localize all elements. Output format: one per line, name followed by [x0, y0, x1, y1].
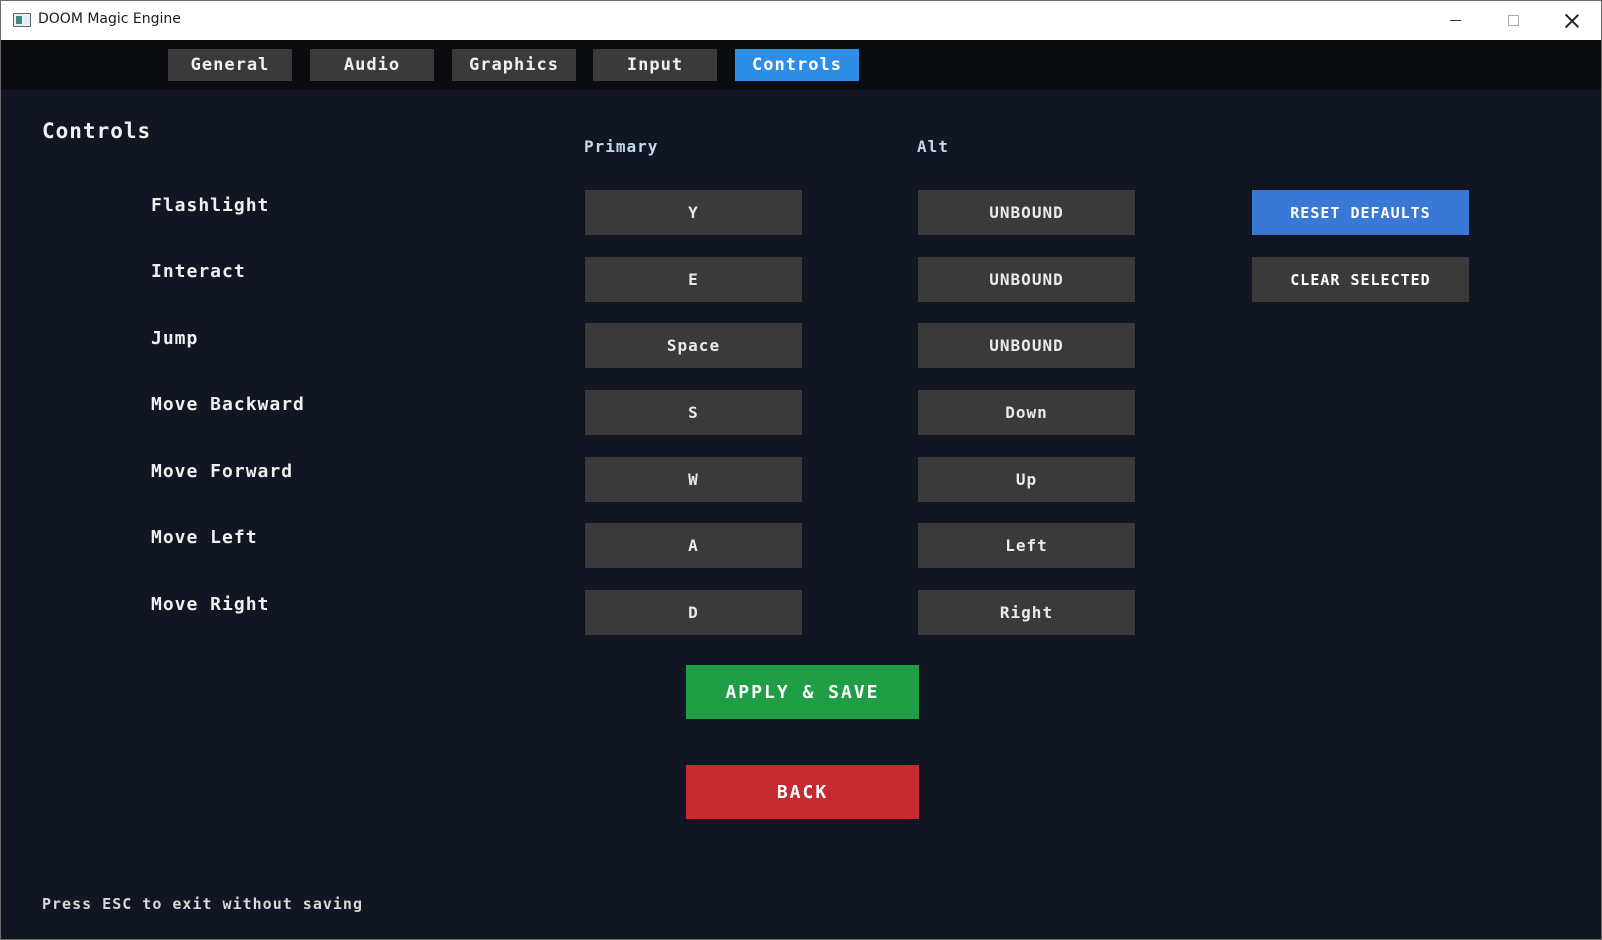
alt-key-jump[interactable]: UNBOUND	[918, 323, 1135, 368]
alt-key-interact[interactable]: UNBOUND	[918, 257, 1135, 302]
tab-input[interactable]: Input	[593, 49, 717, 81]
primary-key-move-backward[interactable]: S	[585, 390, 802, 435]
back-button[interactable]: BACK	[686, 765, 919, 819]
window-title: DOOM Magic Engine	[38, 11, 181, 27]
primary-key-flashlight[interactable]: Y	[585, 190, 802, 235]
tab-audio[interactable]: Audio	[310, 49, 434, 81]
action-label-flashlight: Flashlight	[151, 195, 270, 216]
primary-column-header: Primary	[584, 137, 659, 156]
clear-selected-button[interactable]: CLEAR SELECTED	[1252, 257, 1469, 302]
primary-key-move-left[interactable]: A	[585, 523, 802, 568]
action-label-move-backward: Move Backward	[151, 394, 305, 415]
apply-save-button[interactable]: APPLY & SAVE	[686, 665, 919, 719]
close-button[interactable]	[1543, 1, 1601, 40]
alt-key-move-right[interactable]: Right	[918, 590, 1135, 635]
action-label-move-left: Move Left	[151, 527, 258, 548]
alt-key-flashlight[interactable]: UNBOUND	[918, 190, 1135, 235]
primary-key-move-right[interactable]: D	[585, 590, 802, 635]
reset-defaults-button[interactable]: RESET DEFAULTS	[1252, 190, 1469, 235]
minimize-icon	[1449, 20, 1461, 21]
primary-key-jump[interactable]: Space	[585, 323, 802, 368]
action-label-move-right: Move Right	[151, 594, 270, 615]
action-label-jump: Jump	[151, 328, 199, 349]
close-icon	[1565, 14, 1579, 28]
footer-hint: Press ESC to exit without saving	[42, 895, 363, 913]
tab-controls[interactable]: Controls	[735, 49, 859, 81]
primary-key-move-forward[interactable]: W	[585, 457, 802, 502]
page-title: Controls	[42, 119, 152, 143]
action-label-interact: Interact	[151, 261, 246, 282]
alt-column-header: Alt	[917, 137, 949, 156]
settings-tab-bar: General Audio Graphics Input Controls	[1, 40, 1601, 90]
maximize-icon	[1507, 15, 1519, 26]
action-label-move-forward: Move Forward	[151, 461, 294, 482]
tab-graphics[interactable]: Graphics	[452, 49, 576, 81]
maximize-button[interactable]	[1484, 1, 1542, 40]
app-window-icon	[13, 13, 31, 27]
alt-key-move-left[interactable]: Left	[918, 523, 1135, 568]
primary-key-interact[interactable]: E	[585, 257, 802, 302]
alt-key-move-backward[interactable]: Down	[918, 390, 1135, 435]
app-window: DOOM Magic Engine General Audio Graphics…	[0, 0, 1602, 940]
title-bar: DOOM Magic Engine	[1, 1, 1601, 40]
tab-general[interactable]: General	[168, 49, 292, 81]
minimize-button[interactable]	[1426, 1, 1484, 40]
alt-key-move-forward[interactable]: Up	[918, 457, 1135, 502]
